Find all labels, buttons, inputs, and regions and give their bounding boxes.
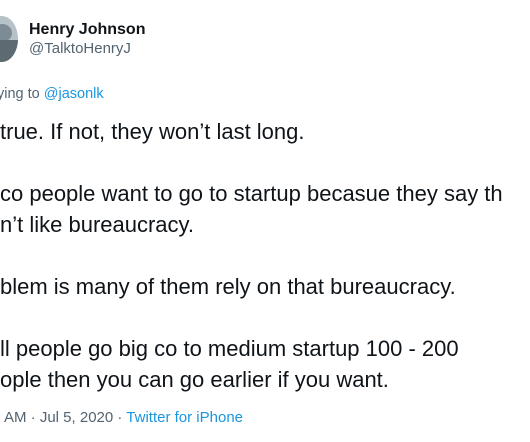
tweet-date[interactable]: Jul 5, 2020 [40, 409, 113, 426]
replying-to-line: ying to @jasonlk [0, 84, 104, 104]
tweet-source-link[interactable]: Twitter for iPhone [126, 409, 243, 426]
meta-separator: · [113, 409, 127, 426]
tweet-card: Henry Johnson @TalktoHenryJ ying to @jas… [0, 0, 530, 442]
tweet-body: true. If not, they won’t last long. co p… [0, 116, 530, 395]
tweet-line: ll people go big co to medium startup 10… [0, 336, 459, 361]
author-display-name[interactable]: Henry Johnson [29, 19, 145, 41]
tweet-meta: AM · Jul 5, 2020 · Twitter for iPhone [4, 408, 243, 428]
avatar[interactable] [0, 16, 18, 62]
tweet-line: blem is many of them rely on that bureau… [0, 274, 456, 299]
tweet-line: ople then you can go earlier if you want… [0, 367, 389, 392]
author-handle[interactable]: @TalktoHenryJ [29, 39, 131, 59]
tweet-line: n’t like bureaucracy. [0, 212, 195, 237]
tweet-line: co people want to go to startup becasue … [0, 181, 503, 206]
tweet-line: true. If not, they won’t last long. [0, 119, 305, 144]
meta-separator: · [26, 409, 40, 426]
avatar-shoulders [0, 40, 18, 62]
reply-mention-link[interactable]: @jasonlk [44, 86, 104, 102]
tweet-time[interactable]: AM [4, 409, 27, 426]
replying-to-label: ying to [0, 86, 44, 102]
